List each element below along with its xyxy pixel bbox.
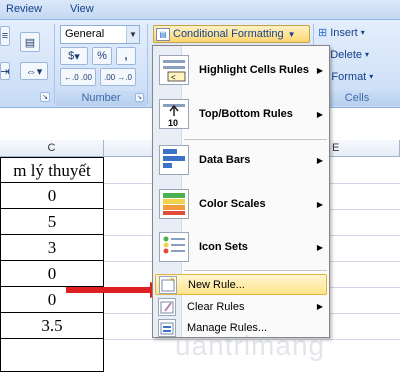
- color-scales-icon: [159, 189, 189, 219]
- menu-item-label: Highlight Cells Rules: [199, 64, 310, 76]
- group-separator: [54, 24, 55, 104]
- menu-item-top-bottom-rules[interactable]: 10 Top/Bottom Rules ▶: [155, 96, 327, 132]
- table-cell[interactable]: 5: [0, 209, 104, 235]
- menu-item-icon-sets[interactable]: Icon Sets ▶: [155, 229, 327, 265]
- svg-text:<: <: [171, 73, 176, 82]
- table-cell[interactable]: 0: [0, 183, 104, 209]
- number-dialog-launcher-icon[interactable]: ↘: [135, 93, 144, 102]
- header-cell[interactable]: m lý thuyết: [0, 157, 104, 183]
- comma-button[interactable]: ,: [116, 47, 136, 65]
- submenu-arrow-icon: ▶: [316, 109, 323, 119]
- tab-view[interactable]: View: [70, 3, 94, 15]
- menu-item-new-rule[interactable]: New Rule...: [155, 274, 327, 295]
- ribbon-tab-bar: Review View: [0, 0, 400, 20]
- menu-item-label: Data Bars: [199, 154, 251, 166]
- menu-item-color-scales[interactable]: Color Scales ▶: [155, 186, 327, 222]
- chevron-down-icon[interactable]: ▼: [126, 26, 139, 43]
- conditional-formatting-button[interactable]: ▤ Conditional Formatting ▼: [153, 25, 310, 43]
- alignment-dialog-launcher-icon[interactable]: ↘: [40, 92, 50, 102]
- wrap-text-icon[interactable]: ▤: [20, 32, 40, 52]
- decrease-decimal-button[interactable]: .00 →.0: [100, 68, 136, 86]
- percent-button[interactable]: %: [92, 47, 112, 65]
- svg-text:10: 10: [168, 118, 178, 128]
- submenu-arrow-icon: ▶: [316, 65, 323, 75]
- column-header-e[interactable]: E: [332, 140, 339, 156]
- submenu-arrow-icon: ▶: [316, 199, 323, 209]
- menu-item-label: Icon Sets: [199, 241, 248, 253]
- percent-label: %: [97, 50, 107, 62]
- insert-cells-icon: ⊞: [318, 27, 328, 39]
- tab-review[interactable]: Review: [6, 3, 42, 15]
- increase-decimal-button[interactable]: ←.0 .00: [60, 68, 96, 86]
- clear-rules-icon: [158, 297, 176, 316]
- table-cell[interactable]: [0, 339, 104, 372]
- new-rule-icon: [159, 275, 177, 294]
- menu-item-highlight-cells-rules[interactable]: < Highlight Cells Rules ▶: [155, 52, 327, 88]
- chevron-down-icon: ▼: [287, 29, 296, 39]
- table-cell[interactable]: 3.5: [0, 313, 104, 339]
- align-button[interactable]: ≡: [0, 26, 10, 46]
- number-format-value: General: [65, 28, 105, 40]
- delete-label: Delete: [330, 48, 363, 61]
- conditional-formatting-label: Conditional Formatting: [173, 28, 284, 40]
- decrease-decimal-label: .00 →.0: [103, 72, 132, 82]
- insert-button[interactable]: ⊞ Insert ▾: [318, 26, 365, 40]
- number-format-combo[interactable]: General ▼: [60, 25, 140, 44]
- number-group-label: Number: [56, 91, 146, 106]
- menu-separator: [184, 139, 327, 140]
- submenu-arrow-icon: ▶: [316, 302, 323, 311]
- insert-label: Insert: [330, 26, 358, 39]
- conditional-formatting-icon: ▤: [156, 27, 170, 41]
- group-separator: [147, 24, 148, 104]
- highlight-cells-icon: <: [159, 55, 189, 85]
- currency-button[interactable]: $ ▾: [60, 47, 88, 65]
- comma-label: ,: [124, 50, 128, 62]
- column-header-c[interactable]: C: [0, 140, 104, 157]
- watermark: uantrimang: [175, 330, 326, 361]
- indent-button[interactable]: ⇥: [0, 62, 10, 80]
- submenu-arrow-icon: ▶: [316, 155, 323, 165]
- conditional-formatting-menu: < Highlight Cells Rules ▶ 10 Top/Bottom …: [152, 45, 330, 338]
- increase-decimal-label: ←.0 .00: [63, 72, 92, 82]
- top-bottom-icon: 10: [159, 99, 189, 129]
- data-bars-icon: [159, 145, 189, 175]
- menu-item-clear-rules[interactable]: Clear Rules ▶: [155, 296, 327, 317]
- menu-item-label: Top/Bottom Rules: [199, 108, 293, 120]
- menu-item-label: Color Scales: [199, 198, 266, 210]
- menu-separator: [184, 270, 327, 271]
- merge-center-icon[interactable]: ⇔▾: [20, 62, 48, 80]
- menu-item-data-bars[interactable]: Data Bars ▶: [155, 142, 327, 178]
- currency-label: $: [68, 50, 75, 62]
- menu-item-label: New Rule...: [188, 278, 245, 291]
- icon-sets-icon: [159, 232, 189, 262]
- format-label: Format: [331, 70, 367, 83]
- manage-rules-icon: [158, 318, 176, 337]
- menu-item-label: Clear Rules: [187, 300, 245, 313]
- table-cell[interactable]: 3: [0, 235, 104, 261]
- submenu-arrow-icon: ▶: [316, 242, 323, 252]
